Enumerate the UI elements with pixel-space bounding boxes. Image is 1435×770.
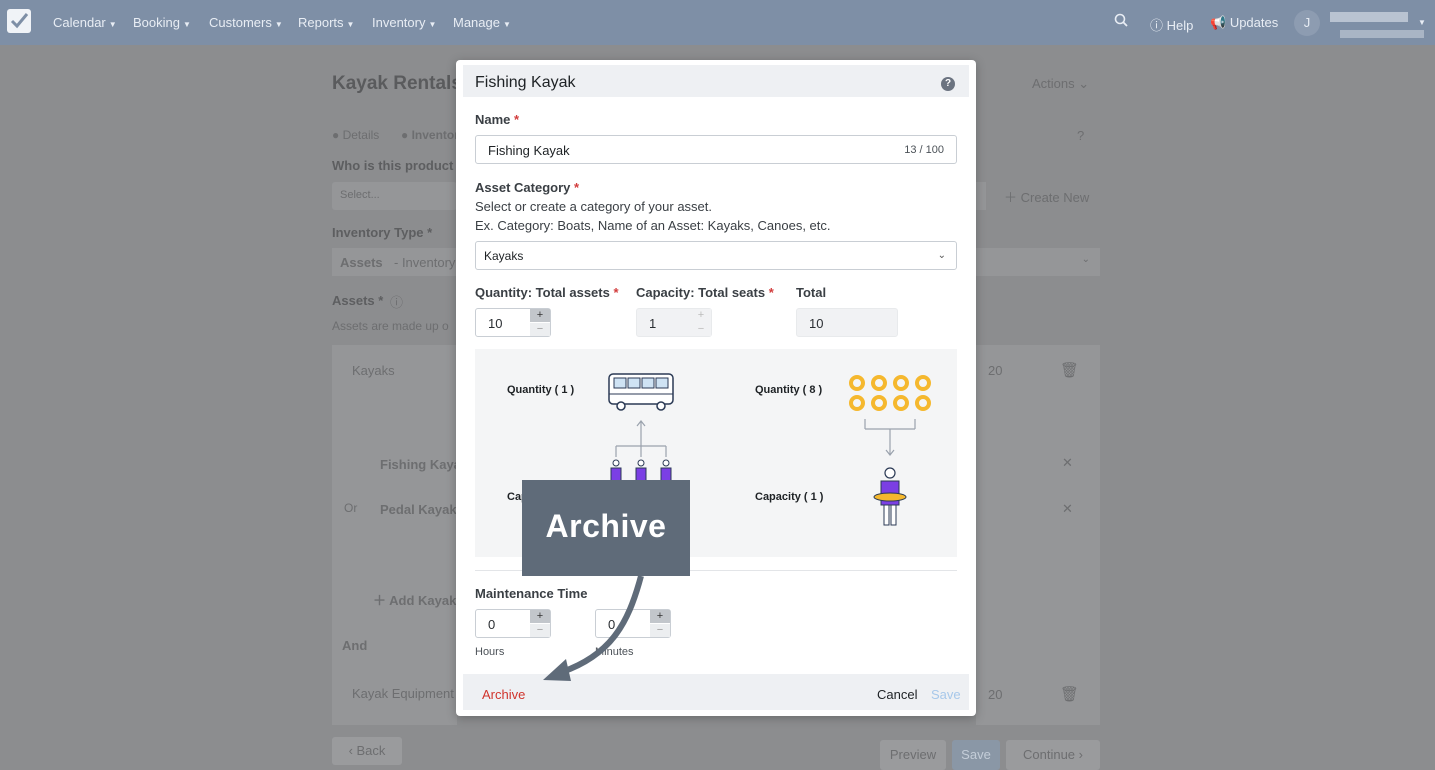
archive-button[interactable]: Archive [482, 687, 525, 702]
increment-button[interactable]: + [530, 309, 550, 322]
who-select-end [976, 182, 986, 210]
updates-link[interactable]: 📢 Updates [1210, 15, 1278, 31]
group-equipment-name: Kayak Equipment [352, 686, 454, 701]
quantity-label: Quantity: Total assets * [475, 285, 619, 300]
decrement-button[interactable]: − [530, 323, 550, 336]
group-kayaks-name: Kayaks [352, 363, 395, 378]
asset-category-hint: Select or create a category of your asse… [475, 199, 713, 214]
item-fishing-kayak: Fishing Kayak [380, 457, 469, 472]
hours-stepper[interactable]: 0 + − [475, 609, 551, 638]
tutorial-callout: Archive [522, 480, 690, 576]
trash-icon[interactable]: 🗑 [1060, 685, 1079, 703]
name-label: Name * [475, 112, 520, 127]
chevron-down-icon: ⌄ [937, 250, 946, 261]
megaphone-icon: 📢 [1210, 15, 1227, 30]
asset-category-label: Asset Category * [475, 180, 580, 195]
capacity-label: Capacity: Total seats * [636, 285, 774, 300]
inventory-type-select-end: ⌄ [976, 248, 1100, 276]
life-rings-icon [849, 375, 931, 411]
info-icon: ⓘ [390, 295, 404, 310]
asset-category-example: Ex. Category: Boats, Name of an Asset: K… [475, 218, 831, 233]
assets-label: Assets * [332, 293, 384, 308]
callout-text: Archive [545, 508, 667, 544]
create-new-link[interactable]: ＋ Create New [1004, 187, 1089, 206]
chevron-down-icon[interactable]: ▼ [1418, 18, 1426, 27]
person-with-float-icon [873, 467, 907, 526]
increment-button[interactable]: + [530, 610, 550, 623]
inventory-type-select[interactable]: Assets - Inventory [332, 248, 457, 276]
increment-button[interactable]: + [691, 309, 711, 322]
decrement-button[interactable]: − [650, 624, 670, 637]
item-pedal-kayaks: Pedal Kayaks [380, 502, 464, 517]
close-icon[interactable]: ✕ [1062, 455, 1073, 471]
group-kayaks-qty: 20 [988, 363, 1003, 378]
continue-button[interactable]: Continue › [1006, 740, 1100, 770]
maintenance-time-label: Maintenance Time [475, 586, 588, 601]
increment-button[interactable]: + [650, 610, 670, 623]
quantity-stepper[interactable]: 10 + − [475, 308, 551, 337]
user-email-redacted [1340, 30, 1424, 38]
minutes-label: Minutes [595, 646, 634, 658]
group-equipment-qty: 20 [988, 687, 1003, 702]
cancel-button[interactable]: Cancel [877, 687, 917, 702]
hours-label: Hours [475, 646, 505, 658]
modal-header: Fishing Kayak ? [463, 65, 969, 97]
save-button[interactable]: Save [931, 687, 961, 702]
help-icon: ⓘ [1150, 18, 1164, 33]
add-kayaks-link[interactable]: ＋ Add Kayaks [373, 590, 464, 609]
total-value: 10 [796, 308, 898, 337]
preview-button[interactable]: Preview [880, 740, 946, 770]
back-button[interactable]: ‹ Back [332, 737, 402, 765]
app-logo-checkmark-icon[interactable] [7, 9, 31, 33]
step-details[interactable]: ● Details [332, 128, 379, 142]
page-title: Kayak Rentals [332, 73, 462, 94]
inventory-type-label: Inventory Type * [332, 225, 433, 240]
nav-inventory[interactable]: Inventory ▼ [372, 15, 436, 30]
help-icon[interactable]: ? [1077, 128, 1084, 143]
nav-manage[interactable]: Manage ▼ [453, 15, 511, 30]
trash-icon[interactable]: 🗑 [1060, 361, 1079, 379]
capacity-stepper[interactable]: 1 + − [636, 308, 712, 337]
nav-calendar[interactable]: Calendar ▼ [53, 15, 117, 30]
modal-title: Fishing Kayak [475, 74, 576, 91]
edit-asset-modal: Fishing Kayak ? Name * Fishing Kayak 13 … [456, 60, 976, 716]
or-label: Or [344, 501, 358, 515]
bus-icon [608, 373, 674, 411]
modal-footer: Archive Cancel Save [463, 674, 969, 710]
asset-groups-card-right [976, 345, 1100, 697]
search-icon[interactable] [1114, 13, 1128, 30]
user-name-redacted [1330, 12, 1408, 22]
help-icon[interactable]: ? [941, 77, 955, 91]
assets-hint: Assets are made up o [332, 319, 449, 333]
avatar[interactable]: J [1294, 10, 1320, 36]
nav-reports[interactable]: Reports ▼ [298, 15, 354, 30]
help-link[interactable]: ⓘ Help [1150, 15, 1193, 34]
name-char-counter: 13 / 100 [904, 144, 944, 156]
decrement-button[interactable]: − [530, 624, 550, 637]
who-select[interactable]: Select... [332, 182, 457, 210]
actions-dropdown[interactable]: Actions ⌄ [1032, 76, 1089, 92]
who-label: Who is this product [332, 158, 454, 173]
asset-category-select[interactable]: Kayaks ⌄ [475, 241, 957, 270]
and-label: And [342, 638, 368, 653]
nav-customers[interactable]: Customers ▼ [209, 15, 283, 30]
nav-booking[interactable]: Booking ▼ [133, 15, 191, 30]
name-input[interactable]: Fishing Kayak 13 / 100 [475, 135, 957, 164]
save-button[interactable]: Save [952, 740, 1000, 770]
close-icon[interactable]: ✕ [1062, 501, 1073, 517]
decrement-button[interactable]: − [691, 323, 711, 336]
total-label: Total [796, 285, 827, 300]
top-navbar: Calendar ▼ Booking ▼ Customers ▼ Reports ▼ I… [0, 0, 1435, 45]
minutes-stepper[interactable]: 0 + − [595, 609, 671, 638]
